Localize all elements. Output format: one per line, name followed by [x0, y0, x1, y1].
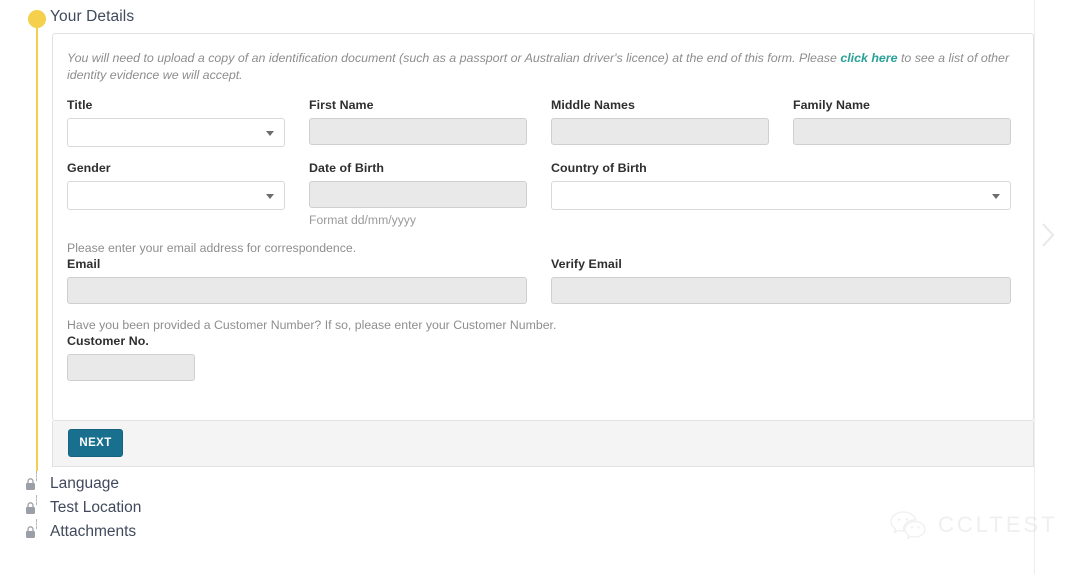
lock-icon [26, 525, 35, 538]
dob-input[interactable] [309, 181, 527, 208]
email-note: Please enter your email address for corr… [67, 241, 357, 255]
page-title: Your Details [50, 8, 135, 25]
sidebar-item-language[interactable]: Language [25, 475, 119, 493]
chevron-down-icon [266, 194, 274, 199]
dob-format-hint: Format dd/mm/yyyy [309, 213, 416, 227]
first-name-label: First Name [309, 98, 374, 112]
gender-select[interactable] [67, 181, 285, 210]
family-name-input[interactable] [793, 118, 1011, 145]
lock-icon [26, 477, 35, 490]
title-group: Title [67, 98, 285, 147]
email-group: Email [67, 257, 527, 304]
birth-row: Gender Date of Birth Format dd/mm/yyyy C… [67, 161, 1019, 227]
watermark-text: CCLTEST [938, 512, 1058, 537]
chevron-right-icon[interactable] [1040, 222, 1056, 248]
customer-no-note: Have you been provided a Customer Number… [67, 318, 557, 332]
gender-group: Gender [67, 161, 285, 227]
stepper-rail-line [36, 22, 38, 471]
intro-before-link: You will need to upload a copy of an ide… [67, 51, 841, 65]
country-of-birth-select[interactable] [551, 181, 1011, 210]
dob-group: Date of Birth Format dd/mm/yyyy [309, 161, 527, 227]
verify-email-input[interactable] [551, 277, 1011, 304]
country-of-birth-label: Country of Birth [551, 161, 647, 175]
middle-names-label: Middle Names [551, 98, 635, 112]
sidebar-item-label: Test Location [50, 499, 142, 516]
card-body: You will need to upload a copy of an ide… [53, 34, 1033, 381]
chevron-down-icon [266, 131, 274, 136]
card-footer: NEXT [52, 421, 1034, 467]
middle-names-group: Middle Names [551, 98, 769, 147]
viewport-edge-border [1034, 0, 1035, 574]
family-name-group: Family Name [793, 98, 1011, 147]
country-of-birth-group: Country of Birth [551, 161, 1011, 227]
click-here-link[interactable]: click here [840, 51, 897, 65]
first-name-group: First Name [309, 98, 527, 147]
page-root: Your Details You will need to upload a c… [0, 0, 1080, 574]
email-label: Email [67, 257, 101, 271]
customer-no-group: Customer No. [67, 334, 285, 381]
sidebar-item-attachments[interactable]: Attachments [25, 523, 136, 541]
first-name-input[interactable] [309, 118, 527, 145]
verify-email-group: Verify Email [551, 257, 1011, 304]
name-row: Title First Name Middle Names Family Nam… [67, 98, 1019, 147]
intro-text: You will need to upload a copy of an ide… [67, 50, 1029, 84]
email-input[interactable] [67, 277, 527, 304]
title-label: Title [67, 98, 93, 112]
customer-no-input[interactable] [67, 354, 195, 381]
next-button[interactable]: NEXT [68, 429, 123, 457]
wechat-icon [890, 511, 926, 540]
sidebar-item-label: Attachments [50, 523, 137, 540]
middle-names-input[interactable] [551, 118, 769, 145]
customer-no-label: Customer No. [67, 334, 149, 348]
title-select[interactable] [67, 118, 285, 147]
dob-label: Date of Birth [309, 161, 384, 175]
chevron-down-icon [992, 194, 1000, 199]
gender-label: Gender [67, 161, 111, 175]
sidebar-item-test-location[interactable]: Test Location [25, 499, 141, 517]
stepper-active-dot [28, 10, 46, 28]
watermark: CCLTEST [888, 509, 1058, 541]
verify-email-label: Verify Email [551, 257, 622, 271]
customer-no-row: Customer No. [67, 334, 1019, 381]
lock-icon [26, 501, 35, 514]
family-name-label: Family Name [793, 98, 870, 112]
sidebar-item-label: Language [50, 475, 119, 492]
your-details-card: You will need to upload a copy of an ide… [52, 33, 1034, 421]
email-row: Email Verify Email [67, 257, 1019, 304]
